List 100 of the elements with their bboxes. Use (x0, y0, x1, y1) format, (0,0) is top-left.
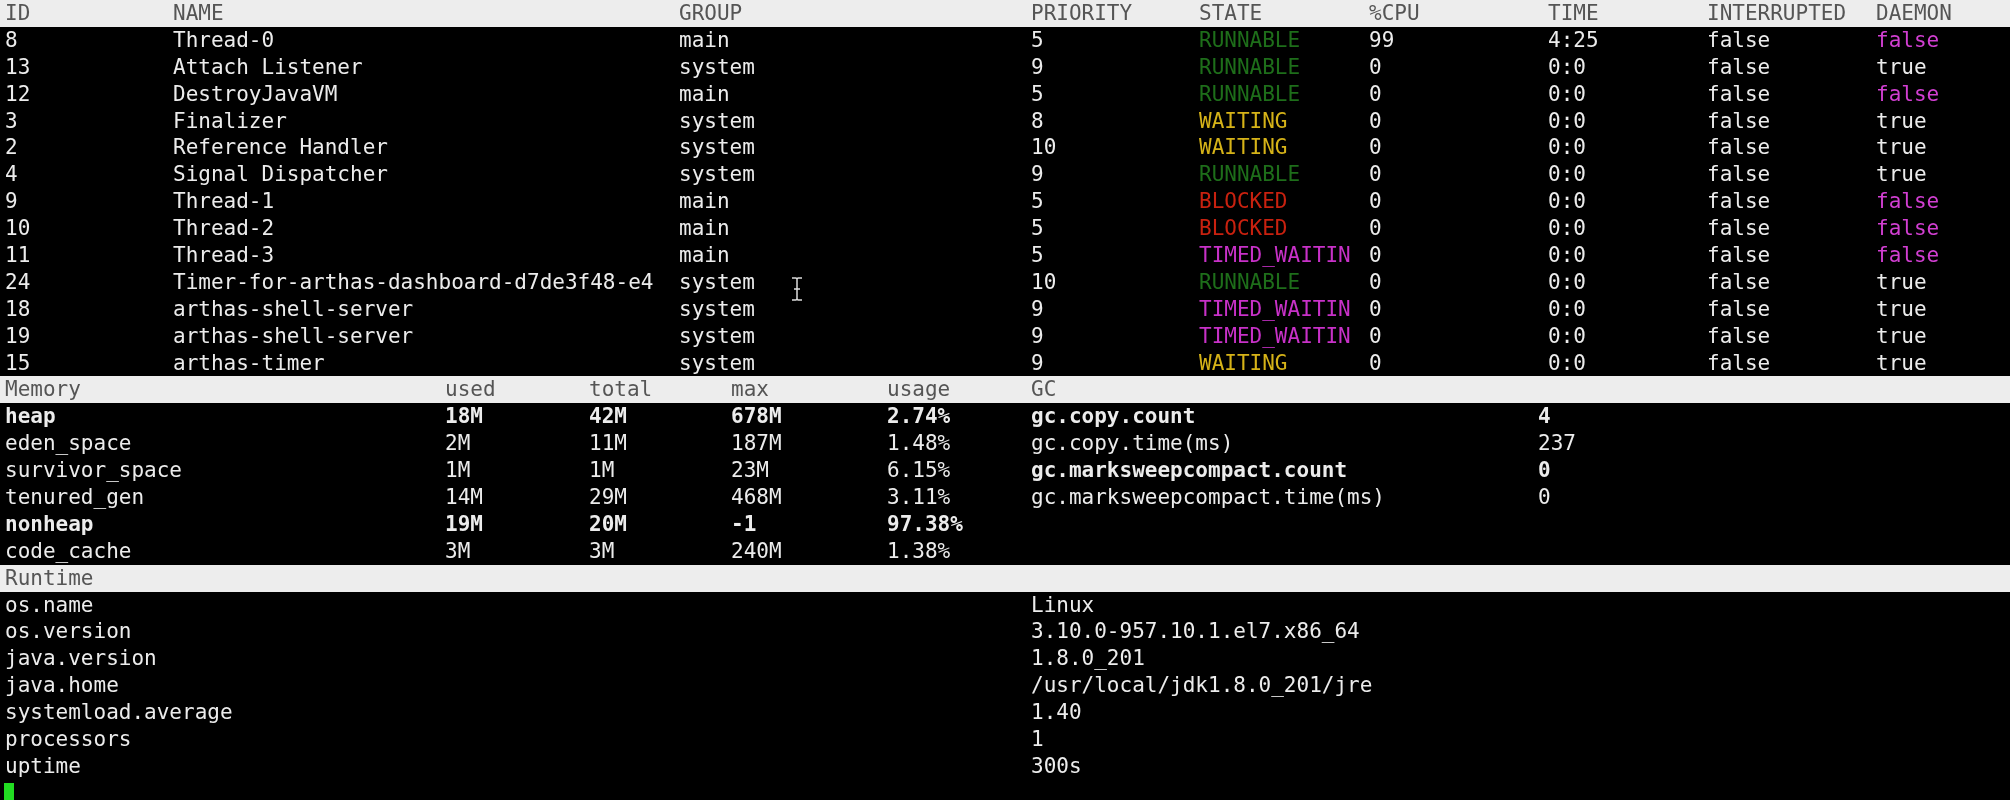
table-cell: 0 (1369, 54, 1382, 79)
table-cell: /usr/local/jdk1.8.0_201/jre (1031, 673, 1373, 698)
table-cell: 0:0 (1548, 216, 1586, 241)
table-cell: os.version (5, 619, 132, 644)
table-cell: 10 (5, 216, 31, 241)
table-cell: 0:0 (1548, 243, 1586, 267)
table-cell: Reference Handler (173, 135, 388, 160)
table-cell: 13 (5, 54, 31, 79)
table-cell: 0 (1369, 189, 1382, 214)
table-cell: java.home (5, 673, 119, 698)
table-cell: 18M (445, 404, 483, 429)
table-cell: Thread-3 (173, 243, 275, 267)
table-cell: 4 (1538, 404, 1551, 429)
table-cell: false (1707, 27, 1771, 52)
table-cell: false (1707, 296, 1771, 321)
column-header: Memory (5, 377, 81, 402)
table-cell: 0 (1369, 216, 1382, 241)
table-cell: 0:0 (1548, 135, 1586, 160)
section-title: Runtime (5, 565, 94, 590)
thread-state: WAITING (1199, 350, 1288, 375)
table-cell: 10 (1031, 269, 1057, 294)
table-cell: false (1707, 269, 1771, 294)
table-cell: 1 (1031, 727, 1044, 752)
table-cell: true (1876, 269, 1927, 294)
table-cell: nonheap (5, 511, 94, 536)
table-cell: processors (5, 727, 132, 752)
table-cell: main (679, 216, 730, 241)
table-cell: 97.38% (887, 511, 963, 536)
table-cell: 11M (589, 431, 627, 456)
table-cell: gc.copy.time(ms) (1031, 431, 1234, 456)
table-cell: 2.74% (887, 404, 951, 429)
table-cell: Thread-2 (173, 216, 275, 241)
column-header: INTERRUPTED (1707, 1, 1847, 25)
table-cell: system (679, 135, 755, 160)
table-cell: 0 (1369, 350, 1382, 375)
table-cell: 18 (5, 296, 31, 321)
table-cell: 29M (589, 485, 627, 510)
table-cell: 0 (1369, 108, 1382, 133)
table-cell: false (1876, 243, 1940, 267)
table-cell: 6.15% (887, 458, 951, 483)
table-cell: 1.8.0_201 (1031, 646, 1145, 671)
table-cell: false (1707, 350, 1771, 375)
table-cell: main (679, 27, 730, 52)
table-cell: false (1707, 162, 1771, 187)
table-cell: 0:0 (1548, 350, 1586, 375)
thread-state: BLOCKED (1199, 216, 1288, 241)
column-header: usage (887, 377, 951, 402)
table-cell: main (679, 189, 730, 214)
table-cell: 0:0 (1548, 323, 1586, 348)
table-cell: true (1876, 323, 1927, 348)
table-cell: 1M (589, 458, 615, 483)
table-cell: 5 (1031, 243, 1044, 267)
table-cell: system (679, 323, 755, 348)
table-cell: 0 (1369, 269, 1382, 294)
column-header: %CPU (1369, 1, 1420, 25)
table-cell: os.name (5, 592, 94, 617)
table-cell: 8 (5, 27, 18, 52)
column-header: PRIORITY (1031, 1, 1133, 25)
table-cell: 9 (1031, 350, 1044, 375)
table-cell: Linux (1031, 592, 1095, 617)
table-cell: 1.48% (887, 431, 951, 456)
table-cell: false (1707, 216, 1771, 241)
thread-state: TIMED_WAITIN (1199, 323, 1351, 348)
table-cell: gc.marksweepcompact.count (1031, 458, 1348, 483)
table-cell: 3M (589, 538, 615, 563)
table-cell: 5 (1031, 189, 1044, 214)
table-cell: false (1707, 135, 1771, 160)
table-cell: system (679, 54, 755, 79)
table-cell: 42M (589, 404, 627, 429)
table-cell: true (1876, 108, 1927, 133)
table-cell: 3M (445, 538, 471, 563)
table-cell: false (1876, 216, 1940, 241)
table-cell: system (679, 162, 755, 187)
table-cell: 5 (1031, 81, 1044, 106)
table-cell: false (1707, 243, 1771, 267)
table-cell: Signal Dispatcher (173, 162, 388, 187)
table-cell: main (679, 243, 730, 267)
thread-state: RUNNABLE (1199, 27, 1301, 52)
table-cell: 0 (1369, 135, 1382, 160)
table-cell: true (1876, 296, 1927, 321)
table-cell: 9 (1031, 323, 1044, 348)
table-cell: system (679, 296, 755, 321)
table-cell: 678M (731, 404, 782, 429)
table-cell: system (679, 108, 755, 133)
text-cursor-icon (790, 277, 804, 301)
column-header: GC (1031, 377, 1057, 402)
table-cell: 2 (5, 135, 18, 160)
table-cell: 9 (1031, 54, 1044, 79)
table-cell: 0:0 (1548, 269, 1586, 294)
table-cell: 0:0 (1548, 189, 1586, 214)
thread-state: BLOCKED (1199, 189, 1288, 214)
table-cell: 14M (445, 485, 483, 510)
table-cell: 10 (1031, 135, 1057, 160)
table-cell: -1 (731, 511, 757, 536)
table-cell: 3.10.0-957.10.1.el7.x86_64 (1031, 619, 1360, 644)
table-cell: true (1876, 135, 1927, 160)
table-cell: false (1876, 27, 1940, 52)
table-cell: arthas-shell-server (173, 323, 414, 348)
table-cell: false (1707, 108, 1771, 133)
table-cell: 3 (5, 108, 18, 133)
